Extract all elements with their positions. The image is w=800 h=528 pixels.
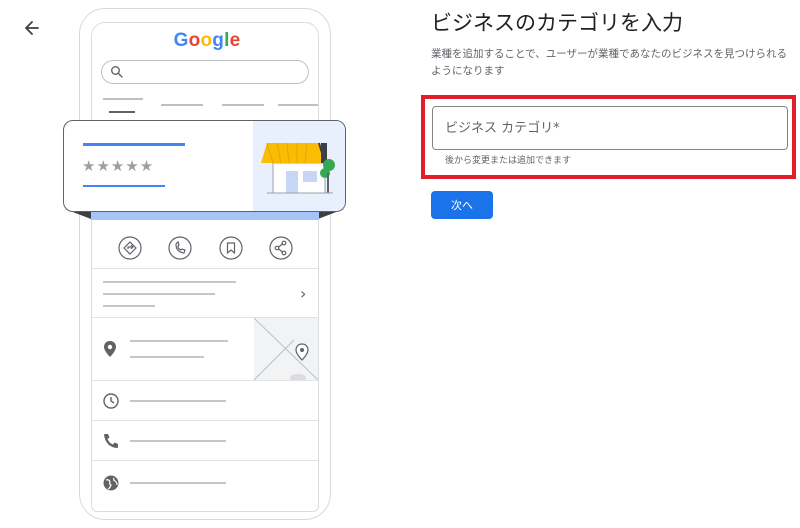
card-thumbnail — [253, 121, 345, 211]
phone-tab-underline — [109, 111, 135, 113]
location-pin-icon — [104, 341, 116, 357]
divider — [92, 420, 318, 421]
google-logo: Google — [172, 30, 242, 52]
info-line — [130, 340, 228, 342]
chevron-right-icon: › — [300, 284, 307, 303]
info-line — [103, 305, 155, 307]
page-title: ビジネスのカテゴリを入力 — [431, 11, 683, 35]
directions-icon — [118, 236, 142, 260]
card-highlight-strip — [91, 212, 319, 220]
card-title-line — [83, 143, 185, 146]
share-icon — [269, 236, 293, 260]
back-button[interactable] — [18, 14, 46, 42]
phone-tab-line — [161, 104, 203, 106]
info-line — [130, 440, 226, 442]
phone-search-bar — [101, 60, 309, 84]
info-line — [130, 400, 226, 402]
logo-letter: G — [173, 30, 189, 51]
logo-letter: o — [188, 30, 201, 51]
phone-tab-line — [222, 104, 264, 106]
page-description: 業種を追加することで、ユーザーが業種であなたのビジネスを見つけられるようになりま… — [431, 48, 787, 77]
info-line — [103, 293, 215, 295]
logo-letter: e — [229, 30, 241, 51]
divider — [92, 268, 318, 269]
arrow-left-icon — [25, 21, 39, 35]
storefront-icon — [261, 142, 335, 194]
category-helper-text: 後から変更または追加できます — [445, 156, 572, 166]
action-buttons-row — [118, 236, 293, 260]
phone-icon — [168, 236, 192, 260]
next-button[interactable]: 次へ — [431, 191, 493, 219]
map-thumbnail — [254, 318, 318, 380]
info-line — [130, 356, 204, 358]
phone-tab-active-indicator — [103, 98, 143, 100]
logo-letter: g — [212, 30, 225, 51]
rating-stars: ★★★★★ — [82, 157, 155, 175]
divider — [92, 460, 318, 461]
info-line — [130, 482, 226, 484]
phone-icon — [104, 434, 118, 448]
search-icon — [111, 66, 123, 78]
clock-icon — [103, 393, 119, 409]
divider — [92, 380, 318, 381]
bookmark-icon — [219, 236, 243, 260]
logo-letter: o — [200, 30, 213, 51]
card-subtitle-line — [83, 185, 165, 187]
business-category-input[interactable] — [432, 106, 788, 150]
info-line — [103, 281, 236, 283]
phone-tab-line — [278, 104, 318, 106]
globe-icon — [103, 475, 119, 491]
